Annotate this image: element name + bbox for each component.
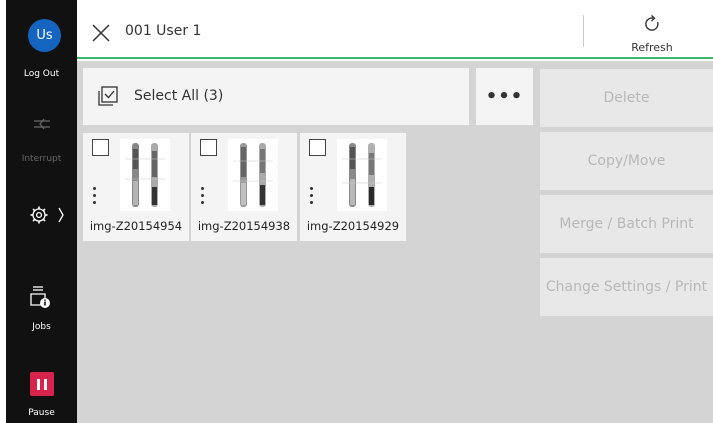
interrupt-label[interactable]: Interrupt: [6, 154, 77, 164]
file-card[interactable]: img-Z20154938: [191, 133, 297, 241]
file-name: img-Z20154938: [197, 219, 291, 233]
file-checkbox[interactable]: [309, 139, 326, 156]
settings-gear-icon[interactable]: [30, 205, 66, 225]
select-all-checkbox-icon: [98, 86, 118, 106]
merge-batch-print-button[interactable]: Merge / Batch Print: [540, 195, 713, 253]
file-name: img-Z20154954: [89, 219, 183, 233]
header-bar: 001 User 1 Refresh: [77, 7, 713, 59]
page-title: 001 User 1: [125, 23, 202, 39]
file-checkbox[interactable]: [200, 139, 217, 156]
pause-icon-bar: [44, 378, 47, 390]
select-all-label: Select All (3): [134, 88, 224, 104]
file-thumbnail: [228, 139, 278, 211]
pause-label[interactable]: Pause: [6, 408, 77, 418]
refresh-icon: [645, 15, 659, 31]
jobs-printer-icon[interactable]: [30, 285, 52, 309]
file-card[interactable]: img-Z20154954: [83, 133, 189, 241]
more-options-button[interactable]: •••: [476, 68, 533, 125]
pause-icon-bar: [37, 378, 40, 390]
file-thumbnail: [120, 139, 170, 211]
file-menu-icon[interactable]: [201, 187, 207, 208]
file-menu-icon[interactable]: [310, 187, 316, 208]
file-name: img-Z20154929: [306, 219, 400, 233]
file-checkbox[interactable]: [92, 139, 109, 156]
jobs-label[interactable]: Jobs: [6, 322, 77, 332]
left-sidebar: Us Log Out Interrupt Jobs Pause: [6, 0, 77, 423]
delete-button[interactable]: Delete: [540, 69, 713, 127]
select-all-bar[interactable]: Select All (3): [83, 68, 469, 125]
header-divider: [583, 15, 584, 47]
file-card[interactable]: img-Z20154929: [300, 133, 406, 241]
refresh-label: Refresh: [631, 41, 673, 54]
action-panel: Delete Copy/Move Merge / Batch Print Cha…: [539, 61, 713, 423]
interrupt-icon: [34, 118, 50, 130]
file-list-area: Select All (3) ••• img-Z20154954 img-Z20…: [77, 61, 539, 423]
file-menu-icon[interactable]: [93, 187, 99, 208]
logout-label[interactable]: Log Out: [6, 69, 77, 79]
file-thumbnail: [337, 139, 387, 211]
close-icon[interactable]: [91, 23, 111, 43]
pause-button[interactable]: [30, 372, 54, 396]
change-settings-print-button[interactable]: Change Settings / Print: [540, 258, 713, 316]
refresh-button[interactable]: Refresh: [607, 11, 697, 55]
user-avatar[interactable]: Us: [28, 19, 61, 52]
copy-move-button[interactable]: Copy/Move: [540, 132, 713, 190]
